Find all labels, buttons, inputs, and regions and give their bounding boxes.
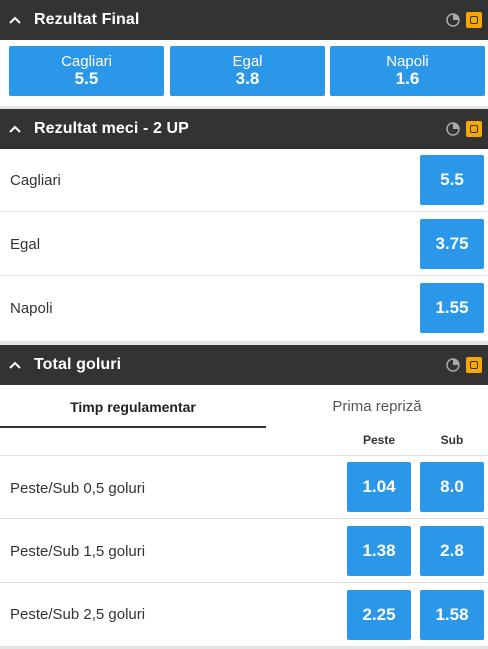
chevron-up-icon[interactable]: [9, 122, 23, 136]
odd-button-napoli[interactable]: Napoli 1.6: [330, 46, 485, 96]
odd-button[interactable]: 5.5: [420, 155, 484, 205]
section-header-total-goluri[interactable]: Total goluri: [0, 345, 488, 385]
tab-timp-regulamentar[interactable]: Timp regulamentar: [0, 385, 266, 428]
odd-button-peste[interactable]: 2.25: [347, 590, 411, 640]
live-icon[interactable]: [466, 121, 482, 137]
odd-button-sub[interactable]: 2.8: [420, 526, 484, 576]
outcome-label: Napoli: [10, 300, 53, 317]
odd-value: 3.8: [235, 69, 260, 88]
live-icon[interactable]: [466, 12, 482, 28]
odd-button-cagliari[interactable]: Cagliari 5.5: [9, 46, 164, 96]
outcome-label: Napoli: [386, 53, 429, 70]
stats-icon[interactable]: [446, 122, 460, 136]
market-label: Peste/Sub 2,5 goluri: [10, 606, 146, 623]
stats-icon[interactable]: [446, 13, 460, 27]
chevron-up-icon[interactable]: [9, 358, 23, 372]
table-row: Peste/Sub 1,5 goluri 1.38 2.8: [0, 519, 488, 583]
odd-value: 1.6: [395, 69, 420, 88]
odd-button[interactable]: 3.75: [420, 219, 484, 269]
outcome-label: Egal: [232, 53, 263, 70]
section-title: Total goluri: [34, 356, 122, 373]
odd-button-sub[interactable]: 8.0: [420, 462, 484, 512]
odd-value: 5.5: [74, 69, 99, 88]
live-icon[interactable]: [466, 357, 482, 373]
odd-button-sub[interactable]: 1.58: [420, 590, 484, 640]
table-row: Peste/Sub 0,5 goluri 1.04 8.0: [0, 456, 488, 519]
column-header-sub: Sub: [440, 433, 464, 447]
list-item: Cagliari 5.5: [0, 149, 488, 212]
outcome-label: Cagliari: [10, 172, 61, 189]
stats-icon[interactable]: [446, 358, 460, 372]
section-header-rezultat-meci-2up[interactable]: Rezultat meci - 2 UP: [0, 109, 488, 149]
odd-button-peste[interactable]: 1.38: [347, 526, 411, 576]
odd-button-egal[interactable]: Egal 3.8: [170, 46, 325, 96]
odd-button[interactable]: 1.55: [420, 283, 484, 333]
outcome-label: Cagliari: [61, 53, 112, 70]
market-label: Peste/Sub 1,5 goluri: [10, 543, 146, 560]
list-item: Egal 3.75: [0, 212, 488, 276]
section-title: Rezultat Final: [34, 11, 140, 28]
section-title: Rezultat meci - 2 UP: [34, 120, 189, 137]
odd-button-peste[interactable]: 1.04: [347, 462, 411, 512]
period-tabs: Timp regulamentar Prima repriză: [0, 385, 488, 428]
chevron-up-icon[interactable]: [9, 13, 23, 27]
table-row: Peste/Sub 2,5 goluri 2.25 1.58: [0, 583, 488, 647]
list-item: Napoli 1.55: [0, 276, 488, 341]
tab-prima-repriza[interactable]: Prima repriză: [266, 385, 488, 428]
final-result-row: Cagliari 5.5 Egal 3.8 Napoli 1.6: [0, 40, 488, 106]
market-label: Peste/Sub 0,5 goluri: [10, 480, 146, 497]
column-headers: Peste Sub: [0, 428, 488, 456]
section-header-rezultat-final[interactable]: Rezultat Final: [0, 0, 488, 40]
outcome-label: Egal: [10, 236, 41, 253]
column-header-peste: Peste: [362, 433, 396, 447]
